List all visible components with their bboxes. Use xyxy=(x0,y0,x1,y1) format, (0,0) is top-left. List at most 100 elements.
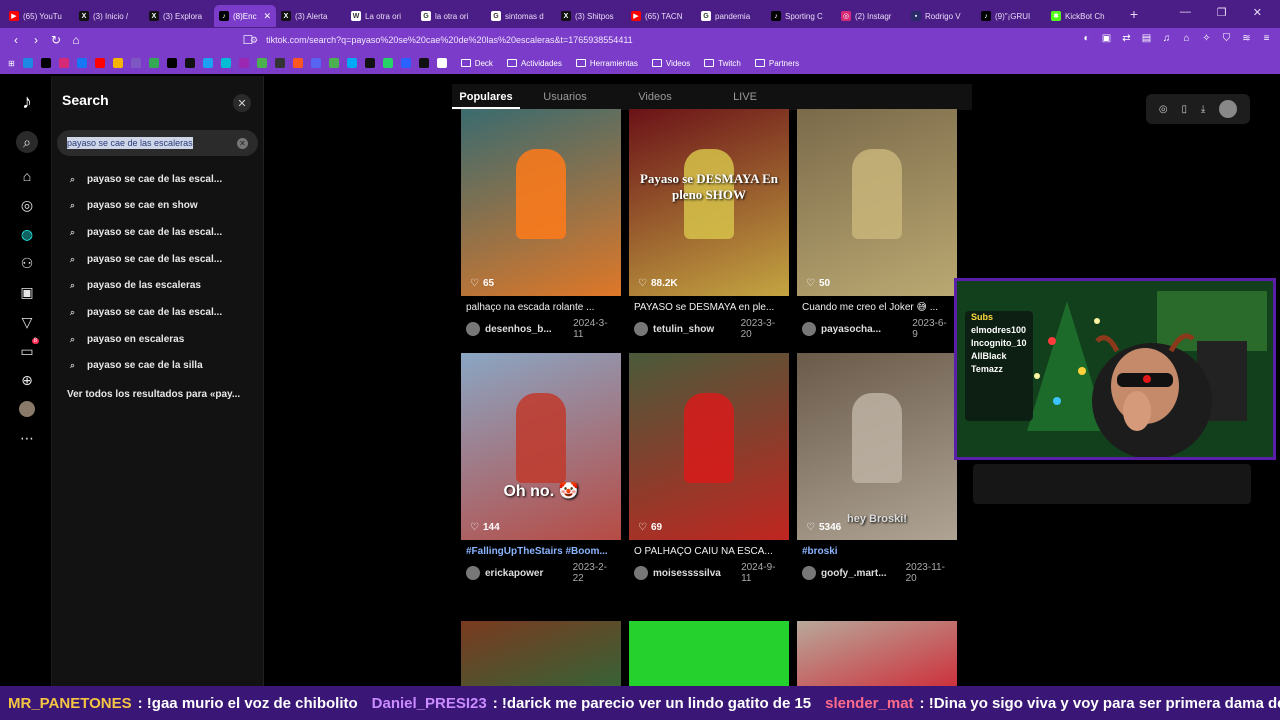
browser-tab[interactable]: ◎ (2) Instagr xyxy=(836,5,906,27)
video-thumbnail[interactable]: hey Broski! ♡ 5346 xyxy=(797,353,957,540)
video-caption[interactable]: Cuando me creo el Joker 😅 ... xyxy=(797,302,957,313)
extension-icon[interactable]: ≋ xyxy=(1241,33,1252,44)
bookmark-folder[interactable]: Partners xyxy=(754,59,799,68)
search-suggestion[interactable]: ⌕ payaso en escaleras xyxy=(70,329,250,349)
following-icon[interactable]: ◍ xyxy=(17,224,37,244)
close-window-icon[interactable]: ✕ xyxy=(1253,6,1262,19)
browser-tab[interactable]: Gla otra ori xyxy=(416,5,486,27)
browser-tab[interactable]: ▶ (65) YouTu xyxy=(4,5,74,27)
bookmark-folder[interactable]: Videos xyxy=(651,59,690,68)
back-icon[interactable]: ‹ xyxy=(6,33,26,47)
video-card[interactable]: ♡ 65 palhaço na escada rolante ... desenhos… xyxy=(461,109,621,340)
home-icon[interactable]: ⌂ xyxy=(17,166,37,186)
browser-tab[interactable]: ♪ (9)"¡GRUI xyxy=(976,5,1046,27)
video-caption[interactable]: #FallingUpTheStairs #Boom... xyxy=(461,546,621,557)
bookmark-favicon-icon[interactable] xyxy=(130,58,141,68)
more-icon[interactable]: ⋯ xyxy=(17,428,37,448)
close-tab-icon[interactable]: ✕ xyxy=(263,11,271,22)
video-thumbnail[interactable]: Oh no. 🤡 ♡ 144 xyxy=(461,353,621,540)
search-suggestion[interactable]: ⌕ payaso se cae de las escal... xyxy=(70,169,250,189)
bookmark-favicon-icon[interactable] xyxy=(148,58,159,68)
video-card[interactable]: hey Broski! ♡ 5346 #broski goofy_.mart... 202… xyxy=(797,353,957,584)
address-bar[interactable]: ⚙ tiktok.com/search?q=payaso%20se%20cae%… xyxy=(250,31,970,49)
extension-icon[interactable]: ⇄ xyxy=(1121,33,1132,44)
minimize-icon[interactable]: — xyxy=(1180,6,1191,19)
username[interactable]: tetulin_show xyxy=(653,324,741,335)
shield-icon[interactable]: ⛉ xyxy=(1221,33,1232,44)
tab-live[interactable]: LIVE xyxy=(700,91,790,103)
bookmark-favicon-icon[interactable] xyxy=(112,58,123,68)
search-suggestion[interactable]: ⌕ payaso de las escaleras xyxy=(70,276,250,296)
avatar[interactable] xyxy=(802,566,816,580)
username[interactable]: desenhos_b... xyxy=(485,324,573,335)
bookmark-favicon-icon[interactable] xyxy=(256,58,267,68)
bookmark-favicon-icon[interactable] xyxy=(382,58,393,68)
video-card[interactable]: ♡ 69 O PALHAÇO CAIU NA ESCA... moisessssilv… xyxy=(629,353,789,584)
bookmark-folder[interactable]: Herramientas xyxy=(575,59,638,68)
bookmark-favicon-icon[interactable] xyxy=(400,58,411,68)
search-icon[interactable]: ⌕ xyxy=(16,131,38,153)
tab-videos[interactable]: Videos xyxy=(610,91,700,103)
extension-icon[interactable]: ▣ xyxy=(1101,33,1112,44)
compass-icon[interactable]: ◎ xyxy=(1159,104,1168,115)
video-card[interactable] xyxy=(629,621,789,686)
browser-tab[interactable]: Gpandemia xyxy=(696,5,766,27)
extension-icon[interactable]: ◐ xyxy=(1081,33,1092,44)
bookmark-favicon-icon[interactable] xyxy=(310,58,321,68)
video-thumbnail[interactable]: ♡ 50 xyxy=(797,109,957,296)
live-icon[interactable]: ▣ xyxy=(17,282,37,302)
explore-icon[interactable]: ◎ xyxy=(17,195,37,215)
search-suggestion[interactable]: ⌕ payaso se cae de las escal... xyxy=(70,249,250,269)
video-thumbnail[interactable]: ♡ 69 xyxy=(629,353,789,540)
browser-tab[interactable]: ▪ Rodrigo V xyxy=(906,5,976,27)
bookmark-favicon-icon[interactable] xyxy=(220,58,231,68)
video-card[interactable] xyxy=(461,621,621,686)
video-card[interactable]: ♡ 50 Cuando me creo el Joker 😅 ... payasoch… xyxy=(797,109,957,340)
video-card[interactable]: Payaso se DESMAYA En pleno SHOW ♡ 88.2K PAY… xyxy=(629,109,789,340)
restore-icon[interactable]: ❐ xyxy=(1217,6,1227,19)
video-thumbnail[interactable] xyxy=(629,621,789,686)
video-caption[interactable]: O PALHAÇO CAIU NA ESCA... xyxy=(629,546,789,557)
tiktok-logo-icon[interactable]: ♪ xyxy=(17,91,37,113)
bookmark-favicon-icon[interactable] xyxy=(364,58,375,68)
browser-tab[interactable]: ▶ (65) TACN xyxy=(626,5,696,27)
tab-populares[interactable]: Populares xyxy=(452,91,520,109)
browser-tab[interactable]: X (3) Alerta xyxy=(276,5,346,27)
browser-tab[interactable]: X (3) Shitpos xyxy=(556,5,626,27)
username[interactable]: payasocha... xyxy=(821,324,912,335)
close-icon[interactable]: ✕ xyxy=(233,94,251,112)
video-thumbnail[interactable] xyxy=(797,621,957,686)
video-caption[interactable]: #broski xyxy=(797,546,957,557)
username[interactable]: erickapower xyxy=(485,568,573,579)
avatar[interactable] xyxy=(634,566,648,580)
bookmark-favicon-icon[interactable] xyxy=(346,58,357,68)
avatar[interactable] xyxy=(1219,100,1238,118)
bookmark-favicon-icon[interactable] xyxy=(22,58,33,68)
search-suggestion[interactable]: ⌕ payaso se cae en show xyxy=(70,196,250,216)
inbox-icon[interactable]: ▭ 8 xyxy=(17,338,39,361)
browser-tab[interactable]: ✱ KickBot Ch xyxy=(1046,5,1116,27)
browser-tab[interactable]: ♪ Sporting C xyxy=(766,5,836,27)
video-thumbnail[interactable]: ♡ 65 xyxy=(461,109,621,296)
search-input[interactable]: payaso se cae de las escaleras ✕ xyxy=(57,130,258,156)
bookmark-favicon-icon[interactable] xyxy=(202,58,213,68)
bookmark-folder[interactable]: Actividades xyxy=(506,59,562,68)
bookmark-folder[interactable]: Twitch xyxy=(704,59,741,68)
search-suggestion[interactable]: ⌕ payaso se cae de la silla xyxy=(70,356,250,376)
bookmark-favicon-icon[interactable] xyxy=(274,58,285,68)
video-caption[interactable]: palhaço na escada rolante ... xyxy=(461,302,621,313)
bookmark-favicon-icon[interactable] xyxy=(94,58,105,68)
download-icon[interactable]: ⤓ xyxy=(1201,104,1205,115)
home-icon[interactable]: ⌂ xyxy=(66,33,86,47)
video-thumbnail[interactable]: Payaso se DESMAYA En pleno SHOW ♡ 88.2K xyxy=(629,109,789,296)
bookmark-favicon-icon[interactable] xyxy=(76,58,87,68)
avatar[interactable] xyxy=(466,566,480,580)
search-suggestion[interactable]: ⌕ payaso se cae de las escal... xyxy=(70,222,250,242)
video-card[interactable]: Oh no. 🤡 ♡ 144 #FallingUpTheStairs #Boom...… xyxy=(461,353,621,584)
browser-tab[interactable]: X (3) Explora xyxy=(144,5,214,27)
browser-tab[interactable]: Gsintomas d xyxy=(486,5,556,27)
extension-icon[interactable]: ⌂ xyxy=(1181,33,1192,44)
browser-tab[interactable]: X (3) Inicio / xyxy=(74,5,144,27)
extension-icon[interactable]: ✧ xyxy=(1201,33,1212,44)
video-thumbnail[interactable] xyxy=(461,621,621,686)
